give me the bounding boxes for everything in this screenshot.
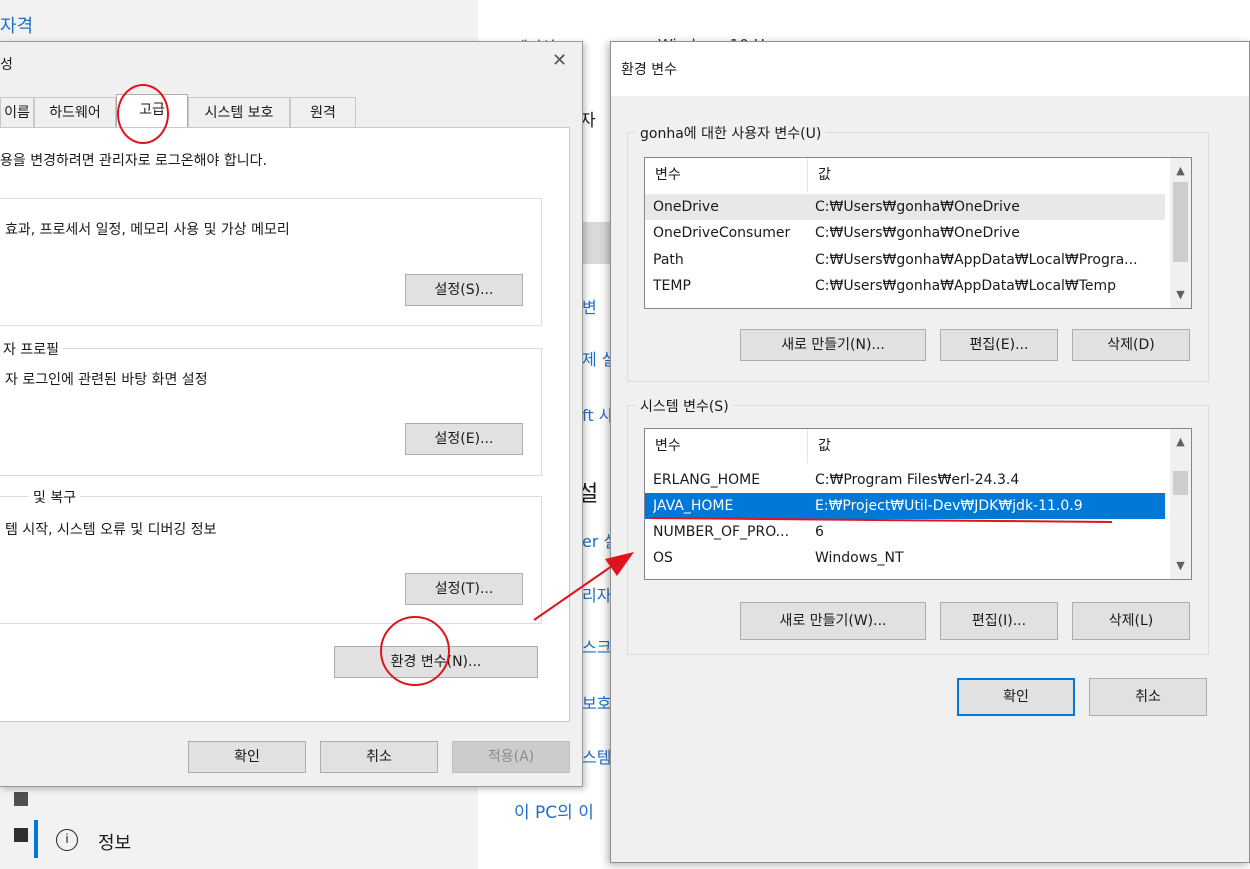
table-row[interactable]: Path C:₩Users₩gonha₩AppData₩Local₩Progra… [645, 247, 1165, 273]
var-value: C:₩Users₩gonha₩OneDrive [815, 225, 1020, 241]
close-icon[interactable]: ✕ [552, 50, 567, 71]
user-profile-group: 자 프로필 자 로그인에 관련된 바탕 화면 설정 설정(E)... [0, 339, 542, 476]
user-vars-title: gonha에 대한 사용자 변수(U) [636, 123, 826, 143]
env-dialog-title: 환경 변수 [621, 62, 677, 78]
var-value: C:₩Users₩gonha₩AppData₩Local₩Temp [815, 278, 1117, 294]
var-name: OS [653, 550, 673, 566]
system-delete-button[interactable]: 삭제(L) [1072, 602, 1190, 640]
bg-link-7[interactable]: 보호 [582, 690, 611, 714]
bg-bottom-link[interactable]: 이 PC의 이 [514, 798, 594, 823]
chevron-up-icon[interactable]: ▲ [1170, 162, 1191, 180]
startup-recovery-settings-button[interactable]: 설정(T)... [405, 573, 523, 605]
bg-link-1[interactable]: 변 [582, 294, 597, 318]
user-profile-desc: 자 로그인에 관련된 바탕 화면 설정 [5, 372, 208, 388]
system-vars-title: 시스템 변수(S) [636, 396, 733, 416]
table-row[interactable]: NUMBER_OF_PRO... 6 [645, 519, 1165, 545]
var-value: C:₩Program Files₩erl-24.3.4 [815, 472, 1020, 488]
chevron-down-icon[interactable]: ▼ [1170, 557, 1191, 575]
table-row[interactable]: OneDriveConsumer C:₩Users₩gonha₩OneDrive [645, 220, 1165, 246]
user-delete-button[interactable]: 삭제(D) [1072, 329, 1190, 361]
tab-remote[interactable]: 원격 [290, 97, 356, 127]
table-row[interactable]: TEMP C:₩Users₩gonha₩AppData₩Local₩Temp [645, 273, 1165, 299]
tab-name[interactable]: 이름 [0, 97, 34, 127]
sidebar-top-text: 자격 [0, 16, 34, 37]
var-name: Path [653, 252, 684, 268]
system-properties-dialog: 성 ✕ 이름 하드웨어 고급 시스템 보호 원격 용을 변경하려면 관리자로 로… [0, 41, 583, 787]
sidebar-icon-2 [14, 828, 28, 842]
table-row[interactable]: ERLANG_HOME C:₩Program Files₩erl-24.3.4 [645, 467, 1165, 493]
user-new-button[interactable]: 새로 만들기(N)... [740, 329, 926, 361]
dialog-title: 성 [0, 57, 13, 73]
var-name: ERLANG_HOME [653, 472, 761, 488]
var-name: JAVA_HOME [653, 498, 734, 514]
chevron-up-icon[interactable]: ▲ [1170, 433, 1191, 451]
startup-recovery-title: 및 복구 [29, 487, 81, 507]
user-vars-header: 변수 값 [645, 158, 1191, 192]
tab-hardware[interactable]: 하드웨어 [34, 97, 116, 127]
col-variable[interactable]: 변수 [645, 429, 807, 463]
var-name: OneDrive [653, 199, 719, 215]
var-value: E:₩Project₩Util-Dev₩JDK₩jdk-11.0.9 [815, 498, 1083, 514]
var-name: TEMP [653, 278, 691, 294]
env-ok-button[interactable]: 확인 [957, 678, 1075, 716]
bg-link-6[interactable]: 스크 [582, 634, 611, 658]
chevron-down-icon[interactable]: ▼ [1170, 286, 1191, 304]
environment-variables-dialog: 환경 변수 gonha에 대한 사용자 변수(U) 변수 값 OneDrive … [610, 41, 1250, 863]
info-icon: i [56, 829, 78, 851]
env-titlebar: 환경 변수 [611, 42, 1249, 96]
scroll-thumb[interactable] [1173, 182, 1188, 262]
bg-link-5[interactable]: 리자 [582, 582, 611, 606]
user-profile-title: 자 프로필 [0, 339, 63, 359]
system-vars-group: 시스템 변수(S) 변수 값 ERLANG_HOME C:₩Program Fi… [627, 396, 1209, 655]
ok-button[interactable]: 확인 [188, 741, 306, 773]
user-edit-button[interactable]: 편집(E)... [940, 329, 1058, 361]
user-profile-settings-button[interactable]: 설정(E)... [405, 423, 523, 455]
tab-system-protection[interactable]: 시스템 보호 [188, 97, 290, 127]
sidebar-item-info[interactable]: 정보 [98, 829, 131, 855]
cancel-button[interactable]: 취소 [320, 741, 438, 773]
var-name: OneDriveConsumer [653, 225, 791, 241]
annotation-circle-env-button [380, 616, 450, 686]
system-vars-scrollbar[interactable]: ▲ ▼ [1170, 429, 1191, 579]
bg-link-3[interactable]: ft 사 [582, 402, 613, 426]
bg-link-8[interactable]: 스템 [582, 744, 611, 768]
user-vars-group: gonha에 대한 사용자 변수(U) 변수 값 OneDrive C:₩Use… [627, 123, 1209, 382]
performance-desc: 효과, 프로세서 일정, 메모리 사용 및 가상 메모리 [5, 222, 290, 238]
performance-group: 효과, 프로세서 일정, 메모리 사용 및 가상 메모리 설정(S)... [0, 198, 542, 326]
system-vars-list[interactable]: 변수 값 ERLANG_HOME C:₩Program Files₩erl-24… [644, 428, 1192, 580]
apply-button[interactable]: 적용(A) [452, 741, 570, 773]
col-value[interactable]: 값 [807, 429, 1167, 463]
system-edit-button[interactable]: 편집(I)... [940, 602, 1058, 640]
var-value: C:₩Users₩gonha₩AppData₩Local₩Progra... [815, 252, 1138, 268]
user-vars-list[interactable]: 변수 값 OneDrive C:₩Users₩gonha₩OneDrive On… [644, 157, 1192, 309]
system-new-button[interactable]: 새로 만들기(W)... [740, 602, 926, 640]
sidebar-selected-indicator [34, 820, 38, 858]
env-cancel-button[interactable]: 취소 [1089, 678, 1207, 716]
table-row[interactable]: OneDrive C:₩Users₩gonha₩OneDrive [645, 194, 1165, 220]
table-row-selected[interactable]: JAVA_HOME E:₩Project₩Util-Dev₩JDK₩jdk-11… [645, 493, 1165, 519]
advanced-tab-panel: 용을 변경하려면 관리자로 로그온해야 합니다. 효과, 프로세서 일정, 메모… [0, 127, 570, 722]
var-value: Windows_NT [815, 550, 904, 566]
table-row[interactable]: OS Windows_NT [645, 545, 1165, 571]
performance-settings-button[interactable]: 설정(S)... [405, 274, 523, 306]
annotation-circle-advanced-tab [117, 84, 169, 144]
system-vars-header: 변수 값 [645, 429, 1191, 463]
scroll-thumb[interactable] [1173, 471, 1188, 495]
col-variable[interactable]: 변수 [645, 158, 807, 192]
sidebar-icon-1 [14, 792, 28, 806]
user-vars-scrollbar[interactable]: ▲ ▼ [1170, 158, 1191, 308]
startup-recovery-desc: 템 시작, 시스템 오류 및 디버깅 정보 [5, 522, 217, 538]
col-value[interactable]: 값 [807, 158, 1167, 192]
admin-note: 용을 변경하려면 관리자로 로그온해야 합니다. [0, 153, 267, 169]
startup-recovery-group: 및 복구 템 시작, 시스템 오류 및 디버깅 정보 설정(T)... [0, 487, 542, 624]
var-value: C:₩Users₩gonha₩OneDrive [815, 199, 1020, 215]
var-name: NUMBER_OF_PRO... [653, 524, 790, 540]
